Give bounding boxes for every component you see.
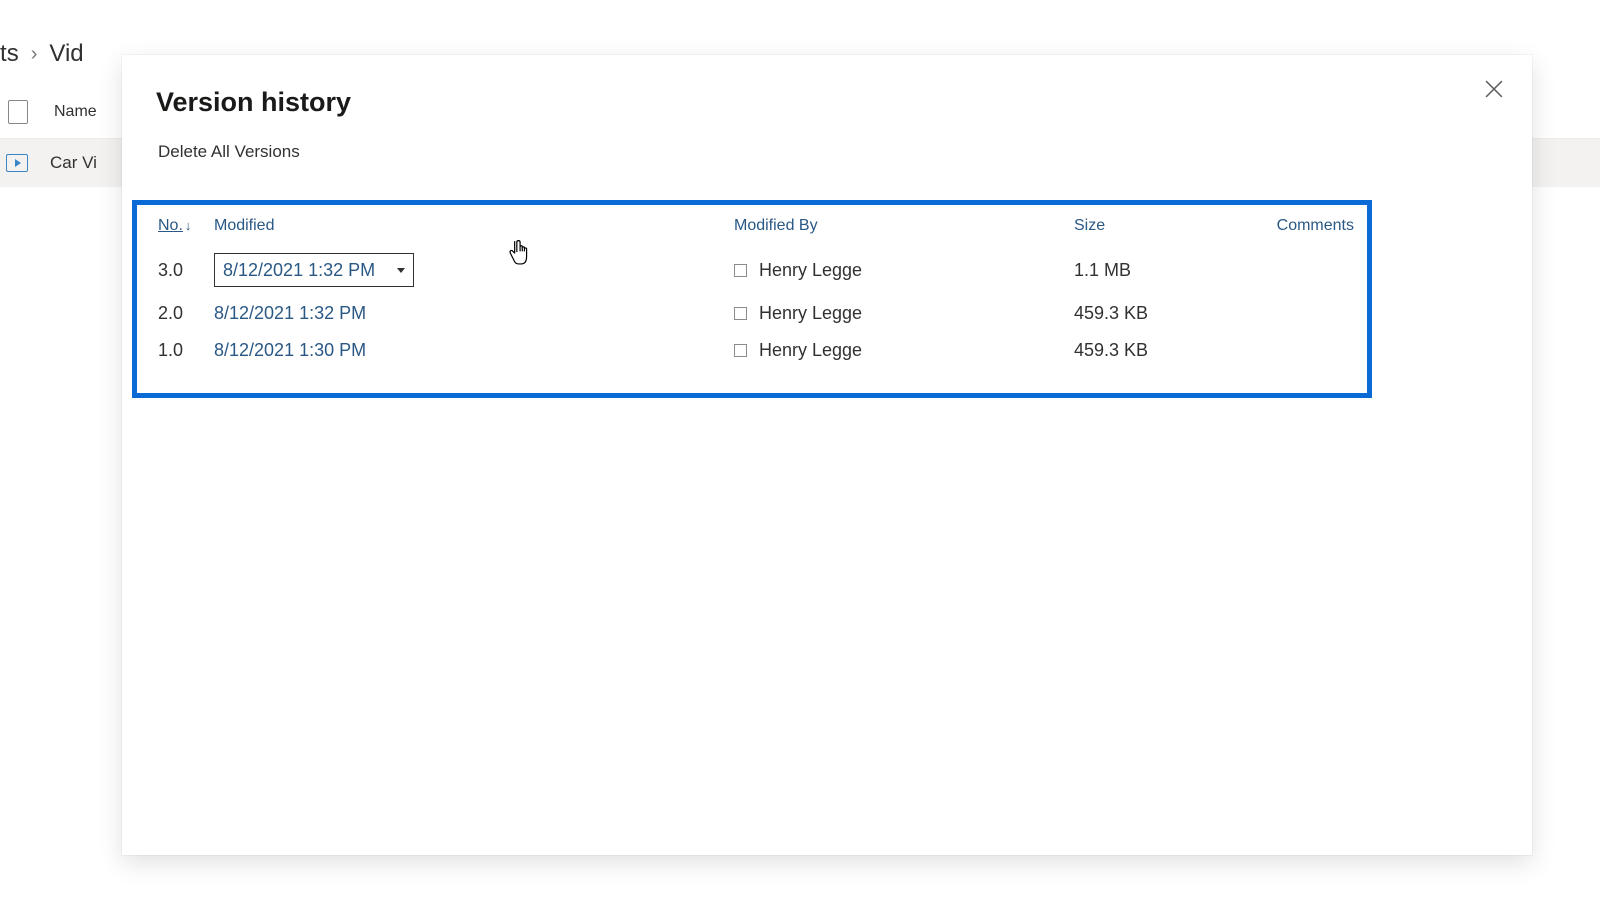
version-history-dialog: Version history Delete All Versions No.↓… <box>122 55 1532 855</box>
table-header: No.↓ Modified Modified By Size Comments <box>158 213 1358 245</box>
user-name[interactable]: Henry Legge <box>759 340 862 361</box>
modified-date-dropdown[interactable]: 8/12/2021 1:32 PM <box>214 253 414 287</box>
version-number: 2.0 <box>158 303 214 324</box>
breadcrumb-item[interactable]: nents <box>0 40 19 68</box>
modified-by-cell: Henry Legge <box>734 303 1074 324</box>
col-modified[interactable]: Modified <box>214 217 734 235</box>
delete-all-versions-link[interactable]: Delete All Versions <box>158 142 300 162</box>
close-icon <box>1485 80 1503 98</box>
size-cell: 1.1 MB <box>1074 260 1244 281</box>
col-no-label: No. <box>158 217 183 234</box>
user-name[interactable]: Henry Legge <box>759 260 862 281</box>
dialog-title: Version history <box>122 55 1532 118</box>
breadcrumb-item[interactable]: Vid <box>49 40 83 68</box>
modified-date-link[interactable]: 8/12/2021 1:32 PM <box>223 260 375 281</box>
sort-desc-icon: ↓ <box>185 218 192 233</box>
modified-date-link[interactable]: 8/12/2021 1:30 PM <box>214 340 734 361</box>
version-number: 1.0 <box>158 340 214 361</box>
file-name[interactable]: Car Vi <box>50 153 97 173</box>
chevron-down-icon <box>397 268 405 273</box>
size-cell: 459.3 KB <box>1074 340 1244 361</box>
version-row: 2.0 8/12/2021 1:32 PM Henry Legge 459.3 … <box>158 295 1358 332</box>
col-no[interactable]: No.↓ <box>158 217 214 235</box>
col-comments[interactable]: Comments <box>1244 217 1358 235</box>
version-row: 3.0 8/12/2021 1:32 PM Henry Legge 1.1 MB <box>158 245 1358 295</box>
close-button[interactable] <box>1478 73 1510 105</box>
version-row: 1.0 8/12/2021 1:30 PM Henry Legge 459.3 … <box>158 332 1358 369</box>
modified-by-cell: Henry Legge <box>734 260 1074 281</box>
modified-date-link[interactable]: 8/12/2021 1:32 PM <box>214 303 734 324</box>
col-modified-by[interactable]: Modified By <box>734 217 1074 235</box>
version-table: No.↓ Modified Modified By Size Comments … <box>158 213 1358 369</box>
modified-cell[interactable]: 8/12/2021 1:32 PM <box>214 253 734 287</box>
video-file-icon <box>6 154 28 172</box>
user-presence-icon <box>734 344 747 357</box>
user-name[interactable]: Henry Legge <box>759 303 862 324</box>
user-presence-icon <box>734 264 747 277</box>
column-header-name[interactable]: Name <box>54 103 97 121</box>
file-icon <box>8 100 28 124</box>
version-number: 3.0 <box>158 260 214 281</box>
size-cell: 459.3 KB <box>1074 303 1244 324</box>
chevron-right-icon: › <box>31 43 38 66</box>
modified-by-cell: Henry Legge <box>734 340 1074 361</box>
col-size[interactable]: Size <box>1074 217 1244 235</box>
user-presence-icon <box>734 307 747 320</box>
